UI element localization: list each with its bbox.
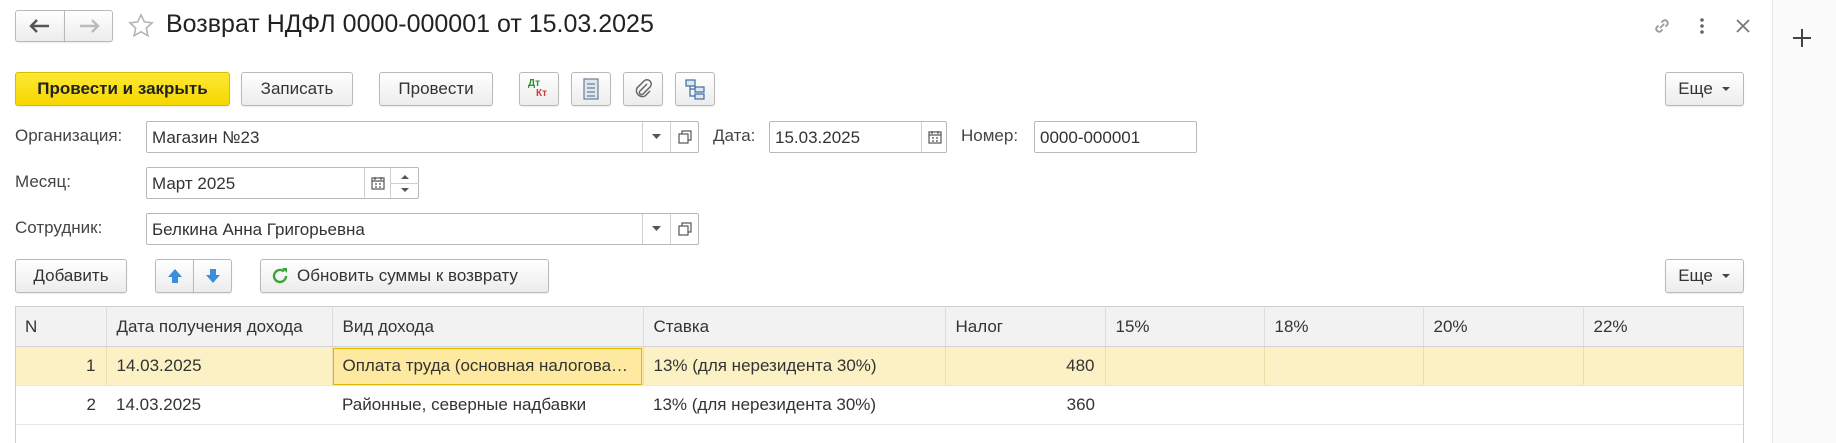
chevron-down-icon [1721, 87, 1730, 91]
save-button[interactable]: Записать [241, 72, 353, 106]
refresh-icon [272, 268, 288, 284]
forward-button[interactable] [64, 10, 113, 42]
column-header-22[interactable]: 22% [1583, 306, 1744, 347]
column-header-income-type[interactable]: Вид дохода [332, 306, 644, 347]
dt-kt-button[interactable]: Дт Кт [519, 72, 559, 106]
step-up-icon[interactable] [400, 174, 409, 180]
employee-open-button[interactable] [670, 214, 699, 244]
attach-file-button[interactable] [623, 72, 663, 106]
table-row[interactable]: 2 14.03.2025 Районные, северные надбавки… [15, 385, 1744, 425]
column-header-tax[interactable]: Налог [945, 306, 1106, 347]
employee-field[interactable]: Белкина Анна Григорьевна [146, 213, 699, 245]
table-header-row: N Дата получения дохода Вид дохода Ставк… [15, 306, 1744, 347]
date-field[interactable]: 15.03.2025 [769, 121, 947, 153]
number-label: Номер: [961, 126, 1019, 145]
row-tax[interactable]: 480 [945, 346, 1106, 386]
row-income-date[interactable]: 14.03.2025 [106, 385, 332, 425]
month-label: Месяц: [15, 172, 71, 191]
document-list-icon [583, 78, 599, 100]
page-title: Возврат НДФЛ 0000-000001 от 15.03.2025 [166, 10, 654, 38]
arrow-up-icon [167, 269, 182, 283]
date-label: Дата: [713, 126, 756, 145]
open-form-icon [678, 130, 692, 144]
back-button[interactable] [15, 10, 65, 42]
hierarchy-icon [685, 79, 705, 100]
column-header-15[interactable]: 15% [1105, 306, 1265, 347]
add-row-button[interactable]: Добавить [15, 259, 127, 293]
kebab-menu-icon[interactable] [1692, 14, 1712, 38]
row-18[interactable] [1264, 346, 1424, 386]
row-22[interactable] [1583, 385, 1744, 425]
post-and-close-button[interactable]: Провести и закрыть [15, 72, 230, 106]
arrow-left-icon [29, 19, 49, 33]
structure-button[interactable] [675, 72, 715, 106]
row-income-type[interactable]: Районные, северные надбавки [332, 385, 643, 425]
row-22[interactable] [1583, 346, 1744, 386]
table-more-menu-button[interactable]: Еще [1665, 259, 1744, 293]
calendar-icon [370, 177, 385, 190]
dt-kt-icon: Дт Кт [528, 78, 548, 99]
row-number: 1 [15, 346, 107, 386]
organization-open-button[interactable] [670, 122, 699, 152]
row-15[interactable] [1105, 385, 1264, 425]
move-up-button[interactable] [155, 259, 194, 293]
step-down-icon[interactable] [400, 187, 409, 193]
row-18[interactable] [1264, 385, 1423, 425]
row-20[interactable] [1423, 385, 1583, 425]
favorite-star-icon[interactable] [127, 12, 155, 40]
column-header-18[interactable]: 18% [1264, 306, 1424, 347]
row-rate[interactable]: 13% (для нерезидента 30%) [643, 346, 946, 386]
month-field[interactable]: Март 2025 [146, 167, 419, 199]
row-15[interactable] [1105, 346, 1265, 386]
organization-value: Магазин №23 [152, 128, 260, 147]
organization-dropdown-button[interactable] [642, 122, 670, 152]
employee-label: Сотрудник: [15, 218, 103, 237]
organization-field[interactable]: Магазин №23 [146, 121, 699, 153]
add-panel-icon[interactable] [1790, 26, 1814, 50]
dropdown-arrow-icon [652, 134, 661, 139]
paperclip-icon [635, 79, 652, 98]
row-number: 2 [15, 385, 106, 425]
arrow-right-icon [79, 19, 100, 33]
row-tax[interactable]: 360 [945, 385, 1105, 425]
dropdown-arrow-icon [652, 226, 661, 231]
move-down-button[interactable] [193, 259, 232, 293]
column-header-rate[interactable]: Ставка [643, 306, 946, 347]
chevron-down-icon [1721, 274, 1730, 278]
close-icon[interactable] [1731, 14, 1755, 38]
column-header-income-date[interactable]: Дата получения дохода [106, 306, 333, 347]
number-field[interactable]: 0000-000001 [1034, 121, 1197, 153]
calendar-icon [927, 131, 942, 144]
date-calendar-button[interactable] [921, 122, 947, 152]
table-row[interactable]: 1 14.03.2025 Оплата труда (основная нало… [15, 346, 1744, 386]
row-20[interactable] [1423, 346, 1584, 386]
income-table[interactable]: N Дата получения дохода Вид дохода Ставк… [15, 306, 1744, 425]
report-button[interactable] [571, 72, 611, 106]
column-header-20[interactable]: 20% [1423, 306, 1584, 347]
number-value: 0000-000001 [1040, 128, 1141, 147]
row-rate[interactable]: 13% (для нерезидента 30%) [643, 385, 945, 425]
more-menu-button[interactable]: Еще [1665, 72, 1744, 106]
month-value: Март 2025 [152, 174, 236, 193]
month-stepper[interactable] [390, 168, 419, 198]
post-button[interactable]: Провести [379, 72, 493, 106]
month-calendar-button[interactable] [364, 168, 390, 198]
refresh-amounts-button[interactable]: Обновить суммы к возврату [260, 259, 549, 293]
employee-dropdown-button[interactable] [642, 214, 670, 244]
row-income-date[interactable]: 14.03.2025 [106, 346, 333, 386]
organization-label: Организация: [15, 126, 123, 145]
link-icon[interactable] [1650, 14, 1674, 38]
date-value: 15.03.2025 [775, 128, 861, 147]
arrow-down-icon [205, 269, 220, 283]
side-panel [1772, 0, 1836, 443]
employee-value: Белкина Анна Григорьевна [152, 220, 365, 239]
row-income-type[interactable]: Оплата труда (основная налоговая база) [332, 346, 644, 386]
open-form-icon [678, 222, 692, 236]
column-header-n[interactable]: N [15, 306, 107, 347]
